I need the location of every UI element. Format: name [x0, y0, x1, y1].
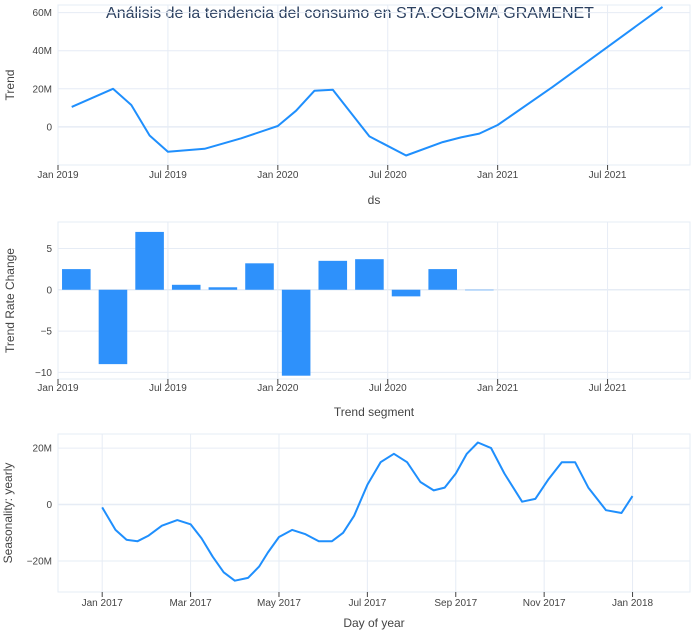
trend-rate-bar [208, 287, 238, 290]
seasonality-panel: Jan 2017 Mar 2017 May 2017 Jul 2017 Sep 2017… [1, 433, 691, 630]
trend-plot-frame [57, 4, 691, 166]
trend-rate-bar [62, 269, 91, 290]
seasonality-plot-frame [57, 433, 691, 593]
trend-rate-x-tick-label: Jul 2019 [149, 383, 187, 394]
trend-rate-bar [428, 269, 457, 290]
seasonality-y-tick-label: 20M [33, 444, 52, 455]
trend-y-tick-label: 20M [33, 84, 52, 95]
trend-x-axis-label: ds [368, 193, 381, 207]
trend-rate-bar [245, 263, 274, 290]
trend-x-tick-label: Jan 2020 [257, 170, 299, 181]
trend-y-tick-label: 0 [46, 122, 52, 133]
trend-rate-bar [391, 289, 421, 297]
trend-rate-bar [281, 289, 311, 376]
trend-rate-y-tick-label: −5 [41, 327, 53, 338]
trend-rate-y-tick-label: 0 [46, 285, 52, 296]
trend-rate-x-tick-label: Jul 2020 [369, 383, 407, 394]
trend-series-line [71, 6, 664, 157]
trend-x-tick-label: Jan 2019 [37, 170, 79, 181]
seasonality-x-tick-label: Sep 2017 [434, 598, 477, 609]
trend-rate-x-tick-label: Jan 2021 [477, 383, 519, 394]
trend-rate-bar [135, 231, 164, 290]
trend-rate-x-tick-label: Jan 2020 [257, 383, 299, 394]
trend-rate-y-axis-label: Trend Rate Change [3, 248, 17, 353]
seasonality-x-tick-label: Jan 2018 [612, 598, 654, 609]
trend-rate-y-tick-label: −10 [35, 368, 52, 379]
seasonality-x-tick-label: Jul 2017 [348, 598, 386, 609]
trend-rate-bar [318, 260, 348, 290]
trend-rate-x-tick-label: Jan 2019 [37, 383, 79, 394]
seasonality-x-tick-label: May 2017 [257, 598, 301, 609]
trend-y-axis-label: Trend [3, 70, 17, 101]
seasonality-x-axis-label: Day of year [343, 616, 404, 630]
seasonality-x-tick-label: Nov 2017 [523, 598, 566, 609]
trend-y-tick-label: 40M [33, 46, 52, 57]
seasonality-y-tick-label: 0 [46, 500, 52, 511]
trend-rate-x-tick-label: Jul 2021 [589, 383, 627, 394]
trend-rate-panel: Jan 2019 Jul 2019 Jan 2020 Jul 2020 Jan 2021… [3, 221, 691, 419]
seasonality-y-tick-label: −20M [27, 556, 52, 567]
seasonality-x-tick-label: Mar 2017 [169, 598, 212, 609]
trend-x-tick-label: Jan 2021 [477, 170, 519, 181]
trend-rate-bar [98, 289, 128, 365]
trend-x-tick-label: Jul 2021 [589, 170, 627, 181]
trend-rate-bar [171, 284, 201, 290]
trend-rate-y-tick-label: 5 [46, 244, 52, 255]
trend-x-tick-label: Jul 2020 [369, 170, 407, 181]
seasonality-x-tick-label: Jan 2017 [82, 598, 124, 609]
trend-panel: Jan 2019 Jul 2019 Jan 2020 Jul 2020 Jan 2021… [3, 4, 691, 207]
trend-x-tick-label: Jul 2019 [149, 170, 187, 181]
chart-title: Análisis de la tendencia del consumo en … [106, 5, 594, 22]
chart-figure: Análisis de la tendencia del consumo en … [1, 4, 691, 630]
trend-rate-bar [465, 289, 494, 291]
trend-y-tick-label: 60M [33, 8, 52, 19]
seasonality-y-axis-label: Seasonality: yearly [1, 463, 15, 564]
trend-rate-x-axis-label: Trend segment [334, 405, 415, 419]
trend-rate-bar [355, 259, 384, 290]
